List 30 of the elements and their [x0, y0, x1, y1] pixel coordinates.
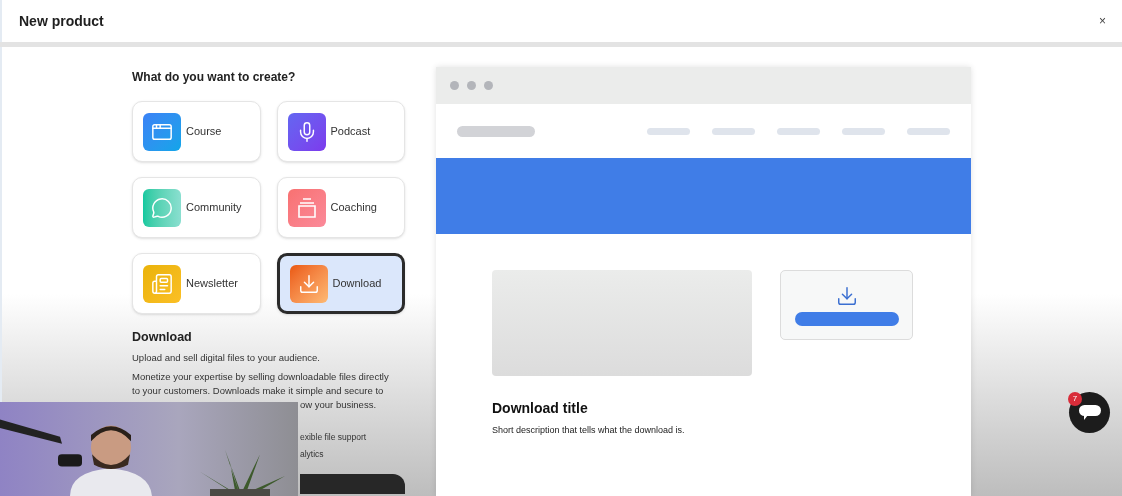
- section-heading: What do you want to create?: [132, 69, 297, 86]
- newspaper-icon: [151, 272, 173, 295]
- chat-icon: [1078, 404, 1101, 421]
- stacked-box-icon: [296, 196, 317, 219]
- nav-placeholder: [842, 127, 885, 135]
- detail-subtitle: Upload and sell digital files to your audience.: [132, 350, 321, 365]
- product-option[interactable]: Course: [132, 101, 261, 162]
- description-text: ow your business.: [300, 398, 378, 412]
- description-text: to your customers. Downloads make it simple and secure to: [132, 384, 385, 398]
- preview-description: Short description that tells what the download is.: [492, 424, 686, 437]
- detail-title: Download: [132, 329, 193, 346]
- product-option[interactable]: Download: [276, 253, 405, 314]
- speech-bubble-icon: [151, 196, 173, 219]
- product-option[interactable]: Newsletter: [132, 253, 261, 314]
- product-option[interactable]: Coaching: [276, 177, 405, 238]
- nav-placeholder: [907, 127, 950, 135]
- close-button[interactable]: ×: [1099, 15, 1106, 27]
- product-option[interactable]: Podcast: [276, 101, 405, 162]
- window-title: New product: [19, 11, 104, 31]
- download-icon: [297, 272, 320, 295]
- download-icon: [835, 284, 858, 307]
- feature-text: exible file support: [300, 431, 368, 444]
- product-option[interactable]: Community: [132, 177, 261, 238]
- description-text: Monetize your expertise by selling downloadable files directly: [132, 370, 390, 384]
- continue-button[interactable]: [300, 473, 405, 494]
- nav-placeholder: [712, 127, 755, 135]
- preview-title: Download title: [492, 399, 589, 418]
- feature-text: alytics: [300, 447, 325, 461]
- nav-placeholder: [777, 127, 820, 135]
- nav-placeholder: [647, 127, 690, 135]
